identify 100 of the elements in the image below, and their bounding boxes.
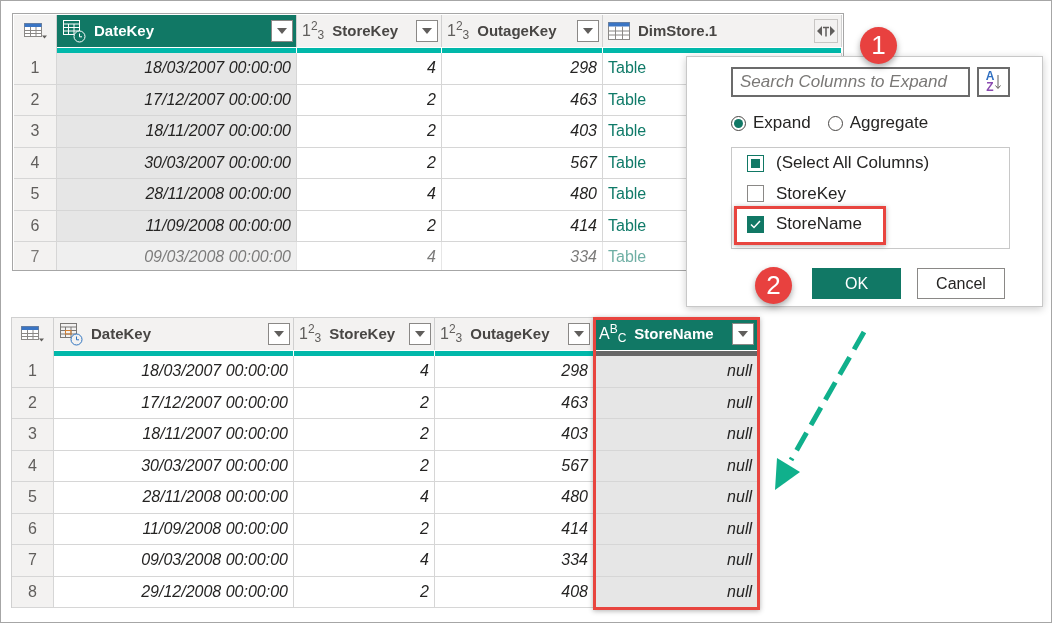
caret-down-icon (415, 331, 425, 337)
row-number: 3 (14, 116, 57, 148)
table-icon (608, 22, 630, 40)
cancel-button[interactable]: Cancel (917, 268, 1005, 299)
column-option[interactable]: StoreKey (732, 182, 846, 205)
column-filter-button[interactable] (271, 20, 293, 42)
table-link[interactable]: Table (608, 56, 647, 81)
row-number: 7 (12, 545, 54, 577)
checkbox[interactable] (747, 154, 764, 172)
table-cell: 2 (294, 387, 435, 419)
calendar-clock-icon (62, 19, 86, 43)
table-cell: 403 (442, 116, 603, 148)
expand-arrows-icon (817, 24, 835, 38)
table-cell: null (594, 387, 758, 419)
caret-down-icon (422, 28, 432, 34)
column-header[interactable]: DimStore.1 (603, 15, 842, 47)
table-cell: null (594, 482, 758, 514)
radio-option[interactable]: Expand (731, 110, 811, 136)
row-number: 2 (14, 84, 57, 116)
sort-button[interactable]: A Z (977, 67, 1010, 97)
row-number: 6 (14, 210, 57, 242)
table-link[interactable]: Table (608, 182, 647, 207)
column-header[interactable]: 1$^{2}$$_{3}$ StoreKey (294, 318, 435, 350)
table-cell: 2 (294, 513, 435, 545)
table-cell: 29/12/2008 00:00:00 (54, 576, 294, 608)
table-cell: 4 (297, 179, 442, 211)
table-cell: 463 (442, 84, 603, 116)
column-filter-button[interactable] (577, 20, 599, 42)
table-cell: 2 (294, 419, 435, 451)
table-cell: 18/03/2007 00:00:00 (54, 356, 294, 388)
column-filter-button[interactable] (416, 20, 438, 42)
calendar-clock-icon (59, 322, 83, 346)
column-header[interactable]: A$^{B}$$_{C}$ StoreName (594, 318, 758, 350)
table-cell: 28/11/2008 00:00:00 (57, 179, 297, 211)
radio-button[interactable] (827, 115, 843, 131)
table-cell: 4 (294, 356, 435, 388)
table-cell: 2 (294, 450, 435, 482)
row-number: 3 (12, 419, 54, 451)
down-arrow-icon (995, 74, 1002, 90)
column-filter-button[interactable] (409, 323, 431, 345)
column-header[interactable]: 1$^{2}$$_{3}$ StoreKey (297, 15, 442, 47)
row-number: 4 (12, 450, 54, 482)
row-number: 5 (14, 179, 57, 211)
table-cell: 4 (297, 53, 442, 85)
table-cell: 2 (297, 84, 442, 116)
table-menu-icon[interactable] (23, 23, 47, 39)
checkmark-icon (750, 219, 761, 229)
column-option[interactable]: StoreName (732, 213, 862, 235)
table-cell: 4 (294, 482, 435, 514)
column-filter-button[interactable] (268, 323, 290, 345)
caret-down-icon (738, 331, 748, 337)
table-cell: 298 (442, 53, 603, 85)
table-cell: 11/09/2008 00:00:00 (54, 513, 294, 545)
row-number: 1 (14, 53, 57, 85)
table-cell: null (594, 419, 758, 451)
step-badge: 1 (860, 27, 897, 64)
caret-down-icon (277, 28, 287, 34)
table-cell: 30/03/2007 00:00:00 (57, 147, 297, 179)
table-cell: null (594, 576, 758, 608)
column-filter-button[interactable] (568, 323, 590, 345)
row-number: 5 (12, 482, 54, 514)
table-cell: null (594, 356, 758, 388)
table-cell: 09/03/2008 00:00:00 (57, 242, 297, 270)
table-cell: 17/12/2007 00:00:00 (54, 387, 294, 419)
table-cell: 09/03/2008 00:00:00 (54, 545, 294, 577)
table-cell: null (594, 545, 758, 577)
search-field[interactable]: Search Columns to Expand (731, 67, 970, 97)
table-cell: null (594, 450, 758, 482)
table-menu-icon[interactable] (21, 326, 44, 342)
table-cell: 4 (294, 545, 435, 577)
table-cell: 17/12/2007 00:00:00 (57, 84, 297, 116)
column-header[interactable]: DateKey (54, 318, 294, 350)
checkbox[interactable] (747, 215, 764, 233)
column-header[interactable]: 1$^{2}$$_{3}$ OutageKey (442, 15, 603, 47)
checkbox[interactable] (747, 185, 764, 202)
caret-down-icon (583, 28, 593, 34)
table-cell: 2 (297, 116, 442, 148)
table-cell: 18/11/2007 00:00:00 (57, 116, 297, 148)
column-header[interactable]: 1$^{2}$$_{3}$ OutageKey (435, 318, 594, 350)
radio-option[interactable]: Aggregate (827, 110, 929, 136)
table-cell: 28/11/2008 00:00:00 (54, 482, 294, 514)
table-link[interactable]: Table (608, 119, 647, 144)
row-number: 6 (12, 513, 54, 545)
radio-button[interactable] (731, 115, 746, 131)
table-cell: 567 (442, 147, 603, 179)
expand-column-button[interactable] (814, 19, 838, 43)
table-link[interactable]: Table (608, 150, 647, 175)
row-number: 7 (14, 242, 57, 270)
table-link[interactable]: Table (608, 87, 647, 112)
table-link[interactable]: Table (608, 213, 647, 238)
table-cell: 2 (297, 147, 442, 179)
table-cell: null (594, 513, 758, 545)
table-cell: 2 (294, 576, 435, 608)
table-cell: 414 (442, 210, 603, 242)
column-header[interactable]: DateKey (57, 15, 297, 47)
column-option[interactable]: (Select All Columns) (732, 152, 930, 174)
row-number: 2 (12, 387, 54, 419)
column-filter-button[interactable] (732, 323, 754, 345)
ok-button[interactable]: OK (812, 268, 901, 299)
row-number: 1 (12, 356, 54, 388)
